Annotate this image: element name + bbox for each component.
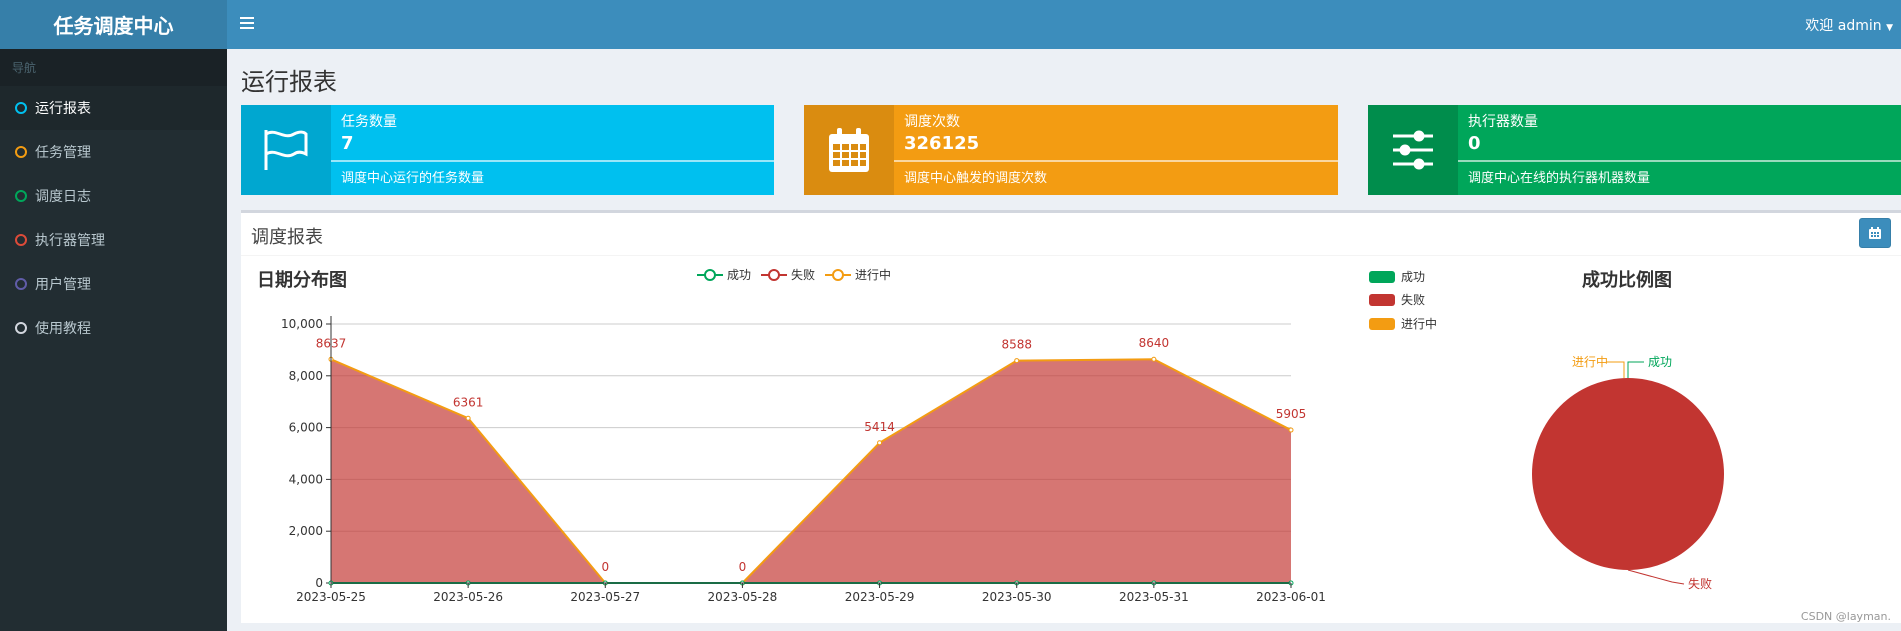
divider bbox=[1458, 160, 1901, 162]
pie-legend-running[interactable]: 进行中 bbox=[1369, 315, 1437, 332]
info-desc: 调度中心在线的执行器机器数量 bbox=[1468, 171, 1651, 186]
line-chart-title: 日期分布图 bbox=[257, 270, 347, 291]
info-label: 任务数量 bbox=[341, 114, 397, 130]
info-box-jobs: 任务数量 7 调度中心运行的任务数量 bbox=[241, 105, 774, 195]
page-title: 运行报表 bbox=[241, 68, 337, 96]
info-label: 调度次数 bbox=[904, 114, 960, 130]
brand-logo[interactable]: 任务调度中心 bbox=[0, 0, 227, 49]
sidebar-item-report[interactable]: 运行报表 bbox=[0, 86, 227, 130]
info-number: 7 bbox=[341, 133, 354, 154]
legend-fail[interactable]: 失败 bbox=[761, 266, 815, 283]
legend-success[interactable]: 成功 bbox=[697, 266, 751, 283]
info-number: 326125 bbox=[904, 133, 980, 154]
swatch bbox=[1369, 270, 1395, 283]
pie-chart-title: 成功比例图 bbox=[1582, 270, 1672, 291]
calendar-icon bbox=[1869, 227, 1881, 239]
sidebar-item-label: 执行器管理 bbox=[35, 233, 105, 249]
flag-icon bbox=[241, 105, 331, 195]
info-desc: 调度中心触发的调度次数 bbox=[904, 171, 1048, 186]
sidebar-item-executors[interactable]: 执行器管理 bbox=[0, 218, 227, 262]
divider bbox=[331, 160, 774, 162]
circle-icon bbox=[15, 102, 27, 114]
pie-legend-fail[interactable]: 失败 bbox=[1369, 291, 1425, 308]
circle-icon bbox=[15, 278, 27, 290]
legend-label: 失败 bbox=[791, 268, 816, 282]
divider bbox=[241, 255, 1901, 256]
circle-icon bbox=[15, 190, 27, 202]
circle-icon bbox=[15, 146, 27, 158]
sidebar-item-help[interactable]: 使用教程 bbox=[0, 306, 227, 350]
sidebar-item-jobs[interactable]: 任务管理 bbox=[0, 130, 227, 174]
sidebar-item-logs[interactable]: 调度日志 bbox=[0, 174, 227, 218]
sidebar-item-label: 运行报表 bbox=[35, 101, 91, 117]
circle-icon bbox=[15, 234, 27, 246]
legend-label: 进行中 bbox=[1401, 317, 1438, 331]
info-body: 执行器数量 0 调度中心在线的执行器机器数量 bbox=[1458, 105, 1901, 195]
divider bbox=[894, 160, 1338, 162]
swatch bbox=[1369, 293, 1395, 306]
sidebar-item-label: 任务管理 bbox=[35, 145, 91, 161]
sliders-icon bbox=[1368, 105, 1458, 195]
panel-title: 调度报表 bbox=[251, 227, 323, 248]
legend-label: 失败 bbox=[1401, 293, 1426, 307]
legend-running[interactable]: 进行中 bbox=[825, 266, 891, 283]
info-number: 0 bbox=[1468, 133, 1481, 154]
legend-label: 进行中 bbox=[855, 268, 892, 282]
legend-label: 成功 bbox=[1401, 270, 1426, 284]
info-label: 执行器数量 bbox=[1468, 114, 1538, 130]
info-body: 调度次数 326125 调度中心触发的调度次数 bbox=[894, 105, 1338, 195]
swatch bbox=[1369, 317, 1395, 330]
sidebar-header: 导航 bbox=[0, 49, 227, 86]
user-menu[interactable]: 欢迎 admin ▼ bbox=[1805, 15, 1893, 35]
circle-icon bbox=[15, 322, 27, 334]
watermark: CSDN @layman. bbox=[1800, 610, 1891, 623]
info-desc: 调度中心运行的任务数量 bbox=[341, 171, 485, 186]
sidebar-item-label: 用户管理 bbox=[35, 277, 91, 293]
sidebar-item-label: 使用教程 bbox=[35, 321, 91, 337]
date-range-button[interactable] bbox=[1859, 218, 1891, 248]
sidebar: 导航 运行报表 任务管理 调度日志 执行器管理 用户管理 使用教程 bbox=[0, 49, 227, 631]
user-menu-label: 欢迎 admin bbox=[1805, 18, 1882, 34]
legend-label: 成功 bbox=[727, 268, 752, 282]
info-body: 任务数量 7 调度中心运行的任务数量 bbox=[331, 105, 774, 195]
pie-legend-success[interactable]: 成功 bbox=[1369, 268, 1425, 285]
sidebar-item-users[interactable]: 用户管理 bbox=[0, 262, 227, 306]
sidebar-item-label: 调度日志 bbox=[35, 189, 91, 205]
calendar-icon bbox=[804, 105, 894, 195]
hamburger-icon[interactable] bbox=[240, 14, 254, 34]
caret-down-icon: ▼ bbox=[1886, 23, 1893, 33]
topbar: 欢迎 admin ▼ bbox=[227, 0, 1901, 49]
info-box-triggers: 调度次数 326125 调度中心触发的调度次数 bbox=[804, 105, 1338, 195]
info-box-executors: 执行器数量 0 调度中心在线的执行器机器数量 bbox=[1368, 105, 1901, 195]
